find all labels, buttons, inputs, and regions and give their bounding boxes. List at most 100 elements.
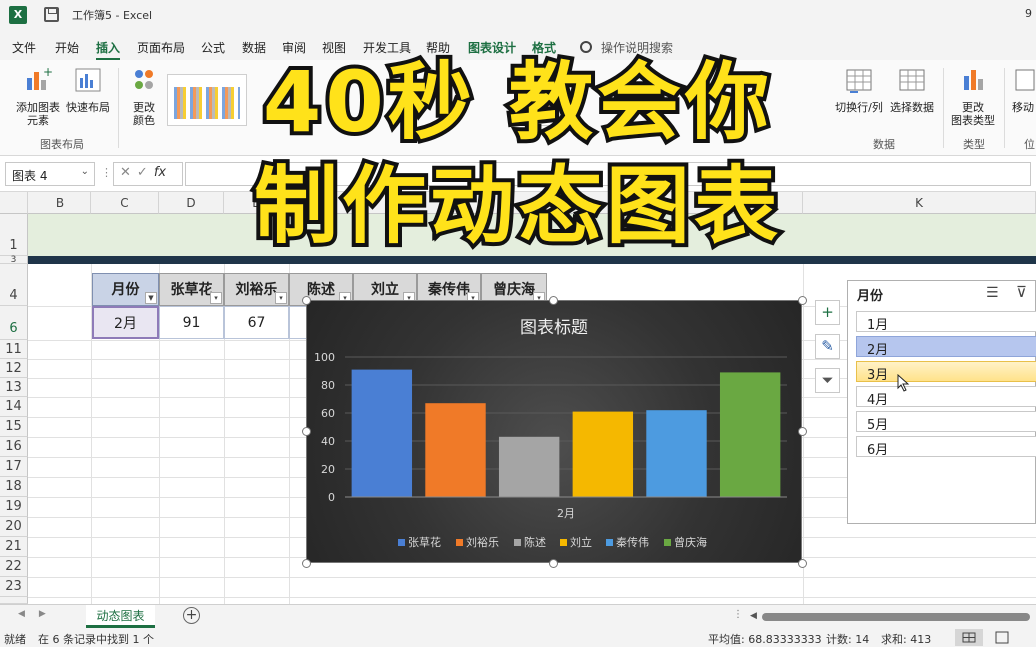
chart-style-2[interactable]: [520, 74, 560, 126]
row-header-21[interactable]: 21: [0, 537, 28, 557]
resize-handle[interactable]: [798, 427, 807, 436]
header-col-1[interactable]: 张草花 ▾: [159, 273, 224, 306]
col-header-k[interactable]: K: [803, 192, 1036, 214]
page-layout-view-icon[interactable]: [988, 629, 1016, 646]
row-header-12[interactable]: 12: [0, 359, 28, 378]
row-header-24[interactable]: [0, 597, 28, 604]
chart-filter-icon[interactable]: ⏷: [815, 368, 840, 393]
col-header-e[interactable]: E: [224, 192, 289, 214]
slicer-item-2[interactable]: 2月: [856, 336, 1036, 358]
row-header-15[interactable]: 15: [0, 417, 28, 437]
tab-developer[interactable]: 开发工具: [363, 39, 411, 56]
resize-handle[interactable]: [302, 427, 311, 436]
scroll-split-icon[interactable]: ⋮: [733, 609, 743, 620]
col-header-b[interactable]: B: [30, 192, 91, 214]
resize-handle[interactable]: [798, 559, 807, 568]
column-chart[interactable]: 图表标题 0 20 40 60 80 100 2月 张草花 刘裕乐 陈述 刘立 秦传伟 曾庆海: [306, 300, 802, 563]
chart-elements-plus-icon[interactable]: +: [815, 300, 840, 325]
move-chart-button[interactable]: 移动: [1010, 66, 1036, 114]
row-header-16[interactable]: 16: [0, 437, 28, 457]
filter-active-icon[interactable]: ▼: [145, 292, 157, 304]
tab-home[interactable]: 开始: [55, 39, 79, 56]
row-header-14[interactable]: 14: [0, 397, 28, 417]
row-header-20[interactable]: 20: [0, 517, 28, 537]
search-box[interactable]: 操作说明搜索: [601, 39, 673, 56]
tab-page-layout[interactable]: 页面布局: [137, 39, 185, 56]
row-header-4[interactable]: 4: [0, 264, 28, 306]
row-header-6[interactable]: 6: [0, 306, 28, 340]
search-icon[interactable]: [580, 41, 592, 53]
tab-data[interactable]: 数据: [242, 39, 266, 56]
slicer-item-5[interactable]: 5月: [856, 411, 1036, 433]
slicer-item-4[interactable]: 4月: [856, 386, 1036, 408]
legend-swatch: [664, 539, 671, 546]
row-header-13[interactable]: 13: [0, 378, 28, 397]
clear-filter-icon[interactable]: ⊽: [1016, 283, 1027, 301]
col-header-d[interactable]: D: [159, 192, 224, 214]
change-chart-type-button[interactable]: 更改 图表类型: [948, 66, 998, 127]
quick-layout-button[interactable]: 快速布局: [64, 66, 112, 114]
dropdown-icon[interactable]: ▾: [210, 292, 222, 304]
resize-handle[interactable]: [549, 296, 558, 305]
tab-view[interactable]: 视图: [322, 39, 346, 56]
cell-month[interactable]: 2月: [92, 306, 159, 339]
chart-styles-brush-icon[interactable]: ✎: [815, 334, 840, 359]
tab-help[interactable]: 帮助: [426, 39, 450, 56]
tab-format[interactable]: 格式: [532, 39, 556, 56]
header-month[interactable]: 月份 ▼: [92, 273, 159, 306]
scroll-left-icon[interactable]: ◀: [750, 611, 757, 621]
header-month-label: 月份: [111, 282, 140, 298]
cell-value[interactable]: 67: [224, 306, 289, 339]
select-data-button[interactable]: 选择数据: [886, 66, 938, 114]
slicer-item-6[interactable]: 6月: [856, 436, 1036, 458]
sheet-tab-active[interactable]: 动态图表: [86, 605, 155, 628]
row-header-23[interactable]: 23: [0, 577, 28, 597]
row-header-3[interactable]: 3: [0, 256, 28, 265]
tab-chart-design[interactable]: 图表设计: [468, 39, 516, 56]
select-all-corner[interactable]: [0, 192, 28, 214]
y-tick-label: 100: [314, 351, 335, 364]
save-icon[interactable]: [44, 7, 59, 22]
row-header-17[interactable]: 17: [0, 457, 28, 477]
chevron-down-icon[interactable]: ⌄: [81, 166, 89, 177]
col-header-f-j[interactable]: [289, 192, 803, 214]
row-header-11[interactable]: 11: [0, 340, 28, 359]
chart-style-1[interactable]: [167, 74, 247, 126]
tab-formulas[interactable]: 公式: [201, 39, 225, 56]
dropdown-icon[interactable]: ▾: [275, 292, 287, 304]
switch-row-col-button[interactable]: 切换行/列: [832, 66, 886, 114]
title-bar: X 工作簿5 - Excel 9: [0, 0, 1036, 30]
add-chart-element-button[interactable]: + 添加图表 元素: [12, 65, 64, 127]
resize-handle[interactable]: [798, 296, 807, 305]
change-colors-button[interactable]: 更改 颜色: [124, 66, 164, 127]
row-header-18[interactable]: 18: [0, 477, 28, 497]
resize-handle[interactable]: [302, 296, 311, 305]
fx-icon[interactable]: fx: [154, 165, 166, 180]
status-sum: 求和: 413: [881, 633, 932, 646]
formula-input[interactable]: [185, 162, 1031, 186]
cancel-icon[interactable]: ✕: [120, 165, 137, 180]
legend-swatch: [456, 539, 463, 546]
legend-swatch: [514, 539, 521, 546]
row-header-19[interactable]: 19: [0, 497, 28, 517]
sheet-nav-arrows-icon[interactable]: ◀▶: [18, 609, 60, 619]
normal-view-icon[interactable]: [955, 629, 983, 646]
confirm-icon[interactable]: ✓: [137, 165, 154, 180]
slicer-item-3[interactable]: 3月: [856, 361, 1036, 383]
row-header-22[interactable]: 22: [0, 557, 28, 577]
resize-handle[interactable]: [302, 559, 311, 568]
tab-file[interactable]: 文件: [12, 39, 36, 56]
name-box[interactable]: 图表 4 ⌄: [5, 162, 95, 186]
tab-review[interactable]: 审阅: [282, 39, 306, 56]
slicer-item-1[interactable]: 1月: [856, 311, 1036, 333]
header-col-2[interactable]: 刘裕乐 ▾: [224, 273, 289, 306]
cell-value[interactable]: 91: [159, 306, 224, 339]
multi-select-icon[interactable]: ☰: [986, 285, 999, 301]
row-header-1[interactable]: 1: [0, 214, 28, 256]
tab-insert[interactable]: 插入: [96, 39, 121, 60]
gridline: [28, 577, 1036, 578]
resize-handle[interactable]: [549, 559, 558, 568]
col-header-c[interactable]: C: [91, 192, 159, 214]
add-sheet-icon[interactable]: +: [183, 607, 200, 624]
horizontal-scrollbar[interactable]: [762, 613, 1030, 621]
